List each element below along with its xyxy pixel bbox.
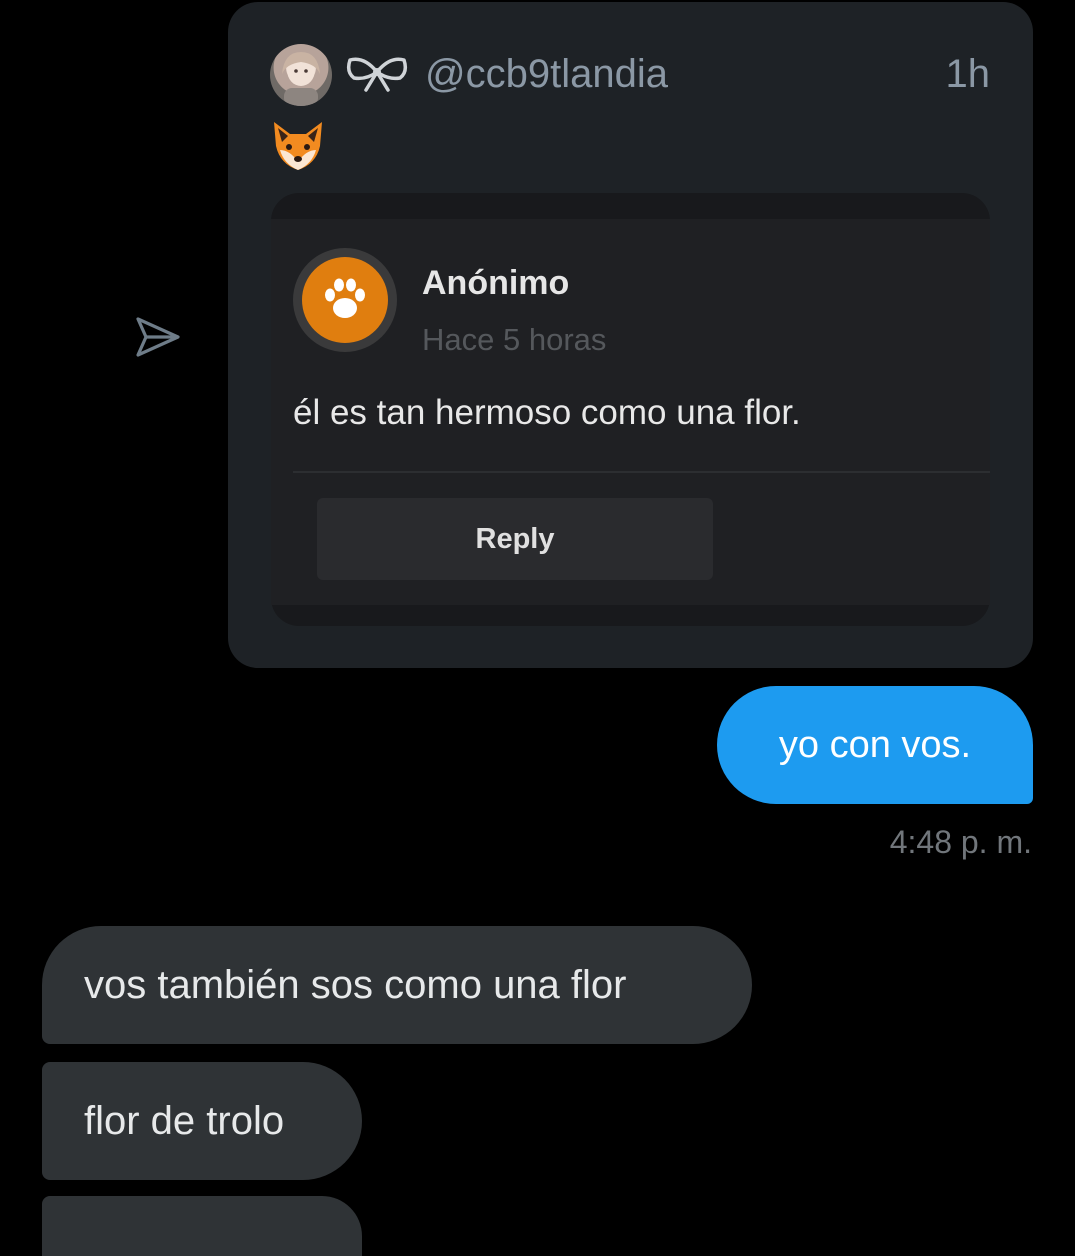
incoming-message[interactable]: flor de trolo bbox=[42, 1062, 362, 1180]
outgoing-message[interactable]: yo con vos. bbox=[717, 686, 1033, 804]
send-icon[interactable] bbox=[133, 312, 183, 362]
message-timestamp: 4:48 p. m. bbox=[889, 824, 1032, 860]
incoming-message[interactable]: vos también sos como una flor bbox=[42, 926, 752, 1044]
avatar-illustration bbox=[282, 52, 320, 106]
question-time: Hace 5 horas bbox=[422, 322, 607, 357]
question-author: Anónimo bbox=[422, 264, 570, 302]
tweet-timestamp: 1h bbox=[945, 52, 991, 96]
divider bbox=[293, 471, 990, 473]
question-text: él es tan hermoso como una flor. bbox=[293, 393, 801, 432]
tweet-author-handle[interactable]: @ccb9tlandia bbox=[425, 50, 668, 98]
bow-icon bbox=[346, 57, 408, 92]
paw-icon bbox=[325, 278, 365, 318]
fox-face-icon bbox=[274, 122, 322, 170]
reply-button[interactable]: Reply bbox=[317, 498, 713, 580]
user-avatar[interactable] bbox=[270, 44, 332, 106]
incoming-message-partial[interactable] bbox=[42, 1196, 362, 1256]
